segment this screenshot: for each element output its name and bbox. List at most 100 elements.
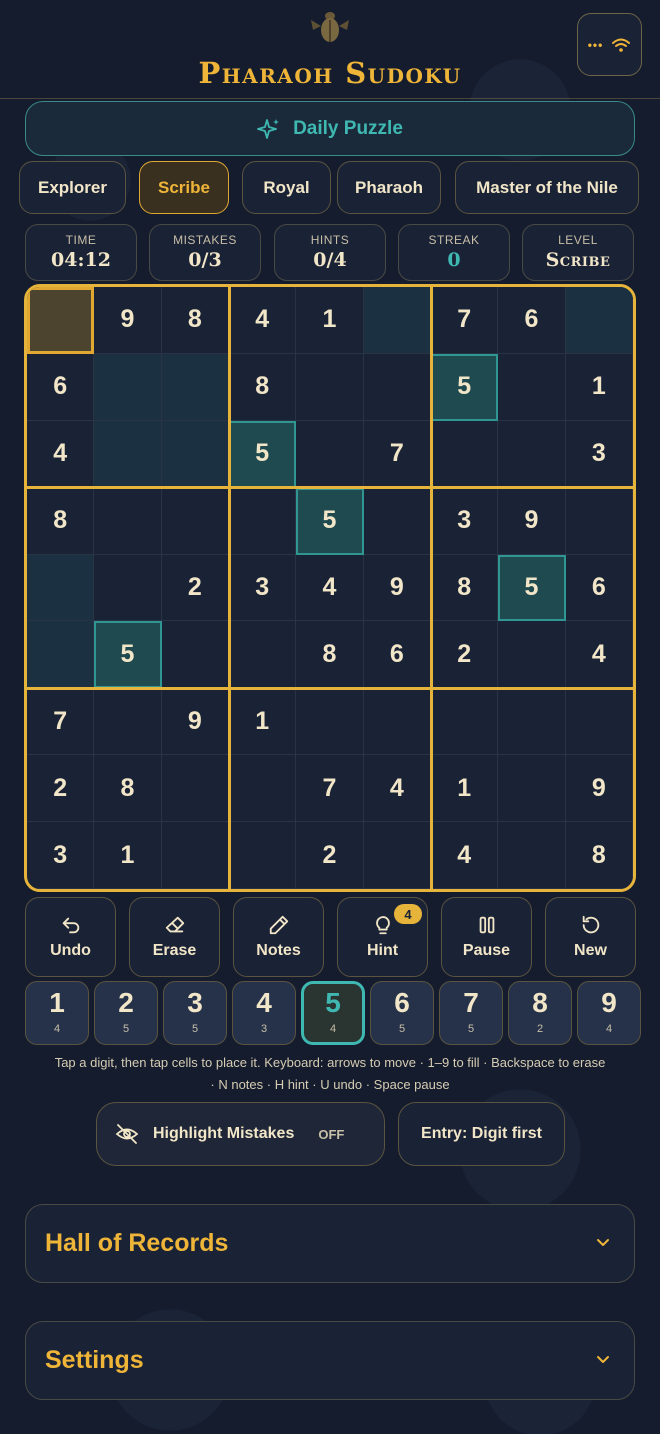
highlight-mistakes-toggle[interactable]: Highlight Mistakes OFF <box>96 1102 385 1166</box>
digit-button-9[interactable]: 94 <box>577 981 641 1045</box>
settings-section[interactable]: Settings <box>25 1321 635 1400</box>
board-cell[interactable]: 7 <box>296 755 364 823</box>
board-cell[interactable]: 9 <box>161 688 229 756</box>
board-cell[interactable]: 8 <box>565 822 633 889</box>
board-cell[interactable] <box>229 822 297 889</box>
difficulty-scribe[interactable]: Scribe <box>139 161 229 214</box>
board-cell[interactable] <box>229 487 297 555</box>
difficulty-explorer[interactable]: Explorer <box>19 161 126 214</box>
board-cell[interactable] <box>161 755 229 823</box>
digit-button-6[interactable]: 65 <box>370 981 434 1045</box>
board-cell[interactable]: 8 <box>431 554 499 622</box>
daily-puzzle-button[interactable]: Daily Puzzle <box>25 101 635 156</box>
board-cell[interactable]: 2 <box>296 822 364 889</box>
board-cell[interactable] <box>565 487 633 555</box>
board-cell[interactable]: 2 <box>161 554 229 622</box>
board-cell[interactable]: 1 <box>229 688 297 756</box>
board-cell[interactable] <box>498 822 566 889</box>
difficulty-royal[interactable]: Royal <box>242 161 331 214</box>
board-cell[interactable]: 7 <box>363 420 431 488</box>
board-cell[interactable] <box>431 688 499 756</box>
hint-button[interactable]: Hint 4 <box>337 897 428 977</box>
board-cell[interactable]: 4 <box>363 755 431 823</box>
board-cell[interactable]: 1 <box>296 287 364 354</box>
board-cell[interactable]: 8 <box>229 353 297 421</box>
board-cell[interactable] <box>94 487 162 555</box>
menu-button[interactable]: ••• <box>577 13 642 76</box>
board-cell[interactable]: 5 <box>229 420 297 488</box>
board-cell[interactable] <box>161 353 229 421</box>
board-cell[interactable] <box>431 420 499 488</box>
board-cell[interactable]: 3 <box>565 420 633 488</box>
board-cell[interactable]: 6 <box>498 287 566 354</box>
board-cell[interactable] <box>498 755 566 823</box>
board-cell[interactable]: 9 <box>94 287 162 354</box>
board-cell[interactable] <box>363 353 431 421</box>
board-cell[interactable] <box>296 420 364 488</box>
board-cell[interactable]: 1 <box>431 755 499 823</box>
board-cell[interactable]: 4 <box>27 420 95 488</box>
board-cell[interactable] <box>498 353 566 421</box>
board-cell[interactable]: 2 <box>431 621 499 689</box>
board-cell[interactable]: 9 <box>363 554 431 622</box>
board-cell[interactable]: 3 <box>431 487 499 555</box>
board-cell[interactable] <box>498 688 566 756</box>
digit-button-2[interactable]: 25 <box>94 981 158 1045</box>
board-cell[interactable]: 1 <box>94 822 162 889</box>
board-cell[interactable]: 5 <box>94 621 162 689</box>
notes-button[interactable]: Notes <box>233 897 324 977</box>
board-cell[interactable]: 5 <box>431 353 499 421</box>
board-cell[interactable] <box>363 688 431 756</box>
board-cell[interactable]: 8 <box>94 755 162 823</box>
board-cell[interactable]: 9 <box>565 755 633 823</box>
board-cell[interactable] <box>27 621 95 689</box>
board-cell[interactable] <box>27 554 95 622</box>
hall-of-records-section[interactable]: Hall of Records <box>25 1204 635 1283</box>
board-cell[interactable]: 3 <box>27 822 95 889</box>
board-cell[interactable] <box>565 287 633 354</box>
board-cell[interactable]: 4 <box>565 621 633 689</box>
digit-button-7[interactable]: 75 <box>439 981 503 1045</box>
board-cell[interactable]: 6 <box>27 353 95 421</box>
board-cell[interactable]: 5 <box>498 554 566 622</box>
board-cell[interactable]: 5 <box>296 487 364 555</box>
digit-button-4[interactable]: 43 <box>232 981 296 1045</box>
pause-button[interactable]: Pause <box>441 897 532 977</box>
board-cell[interactable] <box>161 487 229 555</box>
new-game-button[interactable]: New <box>545 897 636 977</box>
board-cell[interactable]: 6 <box>565 554 633 622</box>
board-cell[interactable] <box>296 353 364 421</box>
board-cell[interactable] <box>94 554 162 622</box>
board-cell[interactable]: 7 <box>27 688 95 756</box>
board-cell[interactable]: 1 <box>565 353 633 421</box>
board-cell[interactable]: 4 <box>229 287 297 354</box>
board-cell[interactable] <box>94 688 162 756</box>
board-cell[interactable]: 6 <box>363 621 431 689</box>
digit-button-8[interactable]: 82 <box>508 981 572 1045</box>
board-cell[interactable]: 2 <box>27 755 95 823</box>
board-cell[interactable] <box>94 353 162 421</box>
board-cell[interactable] <box>363 287 431 354</box>
board-cell[interactable] <box>27 287 95 354</box>
board-cell[interactable] <box>498 420 566 488</box>
undo-button[interactable]: Undo <box>25 897 116 977</box>
entry-mode-button[interactable]: Entry: Digit first <box>398 1102 565 1166</box>
board-cell[interactable] <box>229 621 297 689</box>
digit-button-1[interactable]: 14 <box>25 981 89 1045</box>
board-cell[interactable] <box>363 822 431 889</box>
board-cell[interactable]: 7 <box>431 287 499 354</box>
board-cell[interactable]: 3 <box>229 554 297 622</box>
board-cell[interactable] <box>161 822 229 889</box>
board-cell[interactable]: 8 <box>161 287 229 354</box>
board-cell[interactable] <box>161 420 229 488</box>
board-cell[interactable] <box>229 755 297 823</box>
erase-button[interactable]: Erase <box>129 897 220 977</box>
board-cell[interactable]: 4 <box>296 554 364 622</box>
board-cell[interactable]: 9 <box>498 487 566 555</box>
board-cell[interactable]: 8 <box>27 487 95 555</box>
digit-button-3[interactable]: 35 <box>163 981 227 1045</box>
board-cell[interactable] <box>296 688 364 756</box>
board-cell[interactable] <box>498 621 566 689</box>
difficulty-pharaoh[interactable]: Pharaoh <box>337 161 441 214</box>
digit-button-5[interactable]: 54 <box>301 981 365 1045</box>
